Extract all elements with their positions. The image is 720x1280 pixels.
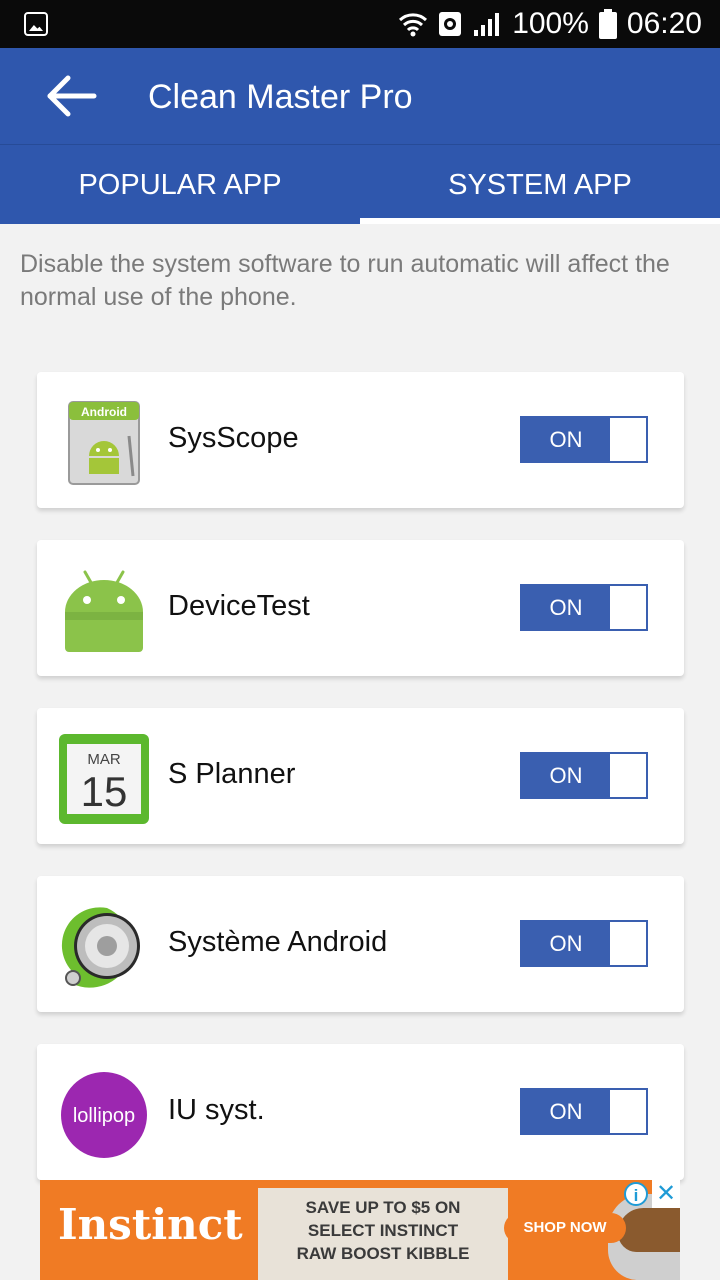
toggle-switch[interactable]: ON <box>520 920 648 967</box>
system-android-icon <box>57 900 151 994</box>
close-icon[interactable]: ✕ <box>652 1180 680 1208</box>
lollipop-icon: lollipop <box>57 1068 151 1162</box>
toggle-label: ON <box>522 922 610 965</box>
toggle-switch[interactable]: ON <box>520 584 648 631</box>
battery-icon <box>598 9 617 39</box>
svg-text:Android: Android <box>81 405 127 419</box>
app-list: Android SysScope ON DeviceTest ON MAR 15… <box>37 372 684 1212</box>
calendar-month: MAR <box>87 751 121 768</box>
status-right: 100% 06:20 <box>398 0 702 48</box>
app-name: S Planner <box>168 758 296 790</box>
app-name: Système Android <box>168 926 388 958</box>
toggle-label: ON <box>522 586 610 629</box>
signal-icon <box>472 10 502 38</box>
toggle-label: ON <box>522 754 610 797</box>
page-title: Clean Master Pro <box>148 78 413 116</box>
tab-system-app[interactable]: SYSTEM APP <box>360 145 720 224</box>
ad-line-3: RAW BOOST KIBBLE <box>296 1244 470 1263</box>
calendar-day: 15 <box>81 768 128 815</box>
status-bar: 100% 06:20 <box>0 0 720 48</box>
app-bar: Clean Master Pro <box>0 48 720 144</box>
list-item: Android SysScope ON <box>37 372 684 508</box>
app-name: DeviceTest <box>168 590 310 622</box>
toggle-switch[interactable]: ON <box>520 1088 648 1135</box>
shop-now-button[interactable]: SHOP NOW <box>504 1213 626 1243</box>
calendar-icon: MAR 15 <box>57 732 151 826</box>
list-item: Système Android ON <box>37 876 684 1012</box>
tab-bar: POPULAR APP SYSTEM APP <box>0 144 720 224</box>
ad-brand: Instinct <box>58 1200 243 1249</box>
toggle-label: ON <box>522 1090 610 1133</box>
android-robot-icon <box>57 564 151 658</box>
list-item: MAR 15 S Planner ON <box>37 708 684 844</box>
ad-line-2: SELECT INSTINCT <box>307 1221 459 1240</box>
wifi-icon <box>398 9 428 39</box>
list-item: lollipop IU syst. ON <box>37 1044 684 1180</box>
vpn-icon <box>438 11 462 37</box>
toggle-label: ON <box>522 418 610 461</box>
ad-text-panel: SAVE UP TO $5 ON SELECT INSTINCT RAW BOO… <box>258 1188 508 1280</box>
android-box-icon: Android <box>57 396 151 490</box>
image-notification-icon <box>24 12 48 36</box>
description-text: Disable the system software to run autom… <box>20 250 670 311</box>
app-name: SysScope <box>168 422 299 454</box>
ad-banner[interactable]: Instinct SAVE UP TO $5 ON SELECT INSTINC… <box>40 1180 680 1280</box>
toggle-switch[interactable]: ON <box>520 416 648 463</box>
ad-line-1: SAVE UP TO $5 ON <box>305 1198 461 1217</box>
clock: 06:20 <box>626 7 702 40</box>
toggle-switch[interactable]: ON <box>520 752 648 799</box>
info-icon[interactable]: i <box>624 1182 648 1206</box>
lollipop-label: lollipop <box>73 1105 135 1127</box>
battery-percent: 100% <box>512 7 589 40</box>
tab-popular-app[interactable]: POPULAR APP <box>0 145 360 224</box>
list-item: DeviceTest ON <box>37 540 684 676</box>
arrow-left-icon[interactable] <box>44 74 100 118</box>
app-name: IU syst. <box>168 1094 265 1126</box>
